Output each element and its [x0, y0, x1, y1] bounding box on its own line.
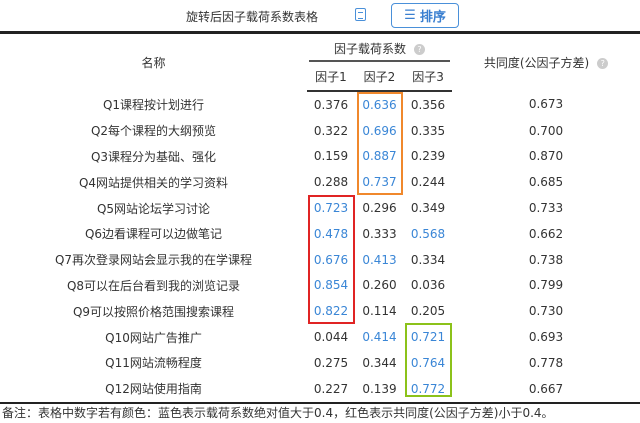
table-row: Q1课程按计划进行 0.376 0.636 0.356 0.673: [0, 91, 640, 118]
header-factor-1: 因子1: [307, 62, 355, 92]
factor-1-value: 0.044: [313, 330, 349, 345]
row-name: Q7再次登录网站会显示我的在学课程: [54, 253, 253, 268]
factor-1-value: 0.159: [313, 149, 349, 164]
factor-3-value: 0.239: [410, 149, 446, 164]
table-row: Q10网站广告推广 0.044 0.414 0.721 0.693: [0, 324, 640, 350]
communality-value: 0.730: [528, 304, 564, 319]
communality-value: 0.870: [528, 149, 564, 164]
table-row: Q12网站使用指南 0.227 0.139 0.772 0.667: [0, 375, 640, 404]
factor-2-value: 0.344: [362, 355, 397, 370]
table-title: 旋转后因子载荷系数表格: [186, 10, 319, 24]
table-row: Q4网站提供相关的学习资料 0.288 0.737 0.244 0.685: [0, 169, 640, 195]
communality-value: 0.733: [528, 201, 564, 216]
row-name: Q9可以按照价格范围搜索课程: [72, 304, 235, 319]
communality-value: 0.778: [528, 355, 564, 370]
factor-2-value: 0.139: [355, 375, 404, 404]
factor-2-value: 0.296: [362, 201, 397, 216]
communality-value: 0.799: [528, 278, 564, 293]
row-name: Q11网站流畅程度: [105, 356, 202, 371]
row-name: Q12网站使用指南: [0, 375, 307, 404]
help-icon[interactable]: ?: [597, 58, 609, 69]
sort-button[interactable]: ☰ 排序: [391, 3, 459, 28]
factor-1-value: 0.275: [313, 355, 349, 370]
factor-3-value: 0.244: [410, 175, 446, 190]
row-name: Q8可以在后台看到我的浏览记录: [66, 278, 241, 293]
factor-3-value: 0.349: [410, 201, 446, 216]
factor-2-value: 0.114: [362, 304, 397, 319]
communality-value: 0.700: [528, 123, 564, 138]
table-row: Q3课程分为基础、强化 0.159 0.887 0.239 0.870: [0, 144, 640, 170]
header-factor-3: 因子3: [404, 62, 453, 92]
header-communality: 共同度(公因子方差)?: [452, 31, 640, 91]
header-factor-group: 因子载荷系数?: [307, 31, 453, 62]
factor-1-value: 0.288: [313, 175, 349, 190]
communality-value: 0.685: [528, 175, 564, 190]
factor-3-value: 0.568: [410, 226, 446, 241]
row-name: Q6边看课程可以边做笔记: [84, 227, 223, 242]
copy-icon[interactable]: [355, 8, 366, 21]
factor-3-value: 0.356: [410, 97, 446, 112]
table-row: Q2每个课程的大纲预览 0.322 0.696 0.335 0.700: [0, 118, 640, 144]
sort-icon: ☰: [404, 8, 416, 23]
factor-2-value: 0.333: [362, 226, 397, 241]
row-name: Q10网站广告推广: [105, 330, 202, 345]
factor-1-value: 0.227: [307, 375, 355, 404]
factor-3-value: 0.205: [410, 304, 446, 319]
factor-3-value: 0.334: [410, 252, 446, 267]
factor-2-value: 0.414: [362, 330, 397, 345]
row-name: Q3课程分为基础、强化: [90, 149, 217, 164]
row-name: Q4网站提供相关的学习资料: [78, 175, 229, 190]
communality-value: 0.738: [528, 252, 564, 267]
row-name: Q2每个课程的大纲预览: [90, 124, 217, 139]
header-factor-2: 因子2: [355, 62, 404, 92]
factor-1-value: 0.322: [313, 123, 349, 138]
communality-value: 0.693: [528, 330, 564, 345]
communality-value: 0.673: [528, 97, 564, 112]
table-row: Q11网站流畅程度 0.275 0.344 0.764 0.778: [0, 350, 640, 376]
table-note: 备注：表格中数字若有颜色：蓝色表示载荷系数绝对值大于0.4，红色表示共同度(公因…: [2, 406, 554, 420]
highlight-factor1: [308, 195, 355, 324]
factor-2-value: 0.413: [362, 252, 397, 267]
row-name: Q1课程按计划进行: [102, 97, 205, 112]
factor-3-value: 0.036: [410, 278, 446, 293]
factor-2-value: 0.260: [362, 278, 397, 293]
factor-1-value: 0.376: [313, 97, 349, 112]
highlight-factor3: [405, 323, 452, 397]
help-icon[interactable]: ?: [414, 43, 426, 55]
header-name: 名称: [0, 31, 307, 91]
communality-value: 0.662: [528, 226, 564, 241]
toolbar: 旋转后因子载荷系数表格 ☰ 排序: [0, 0, 640, 31]
row-name: Q5网站论坛学习讨论: [96, 201, 211, 216]
highlight-factor2: [357, 92, 403, 195]
factor-3-value: 0.335: [410, 123, 446, 138]
communality-value: 0.667: [452, 375, 640, 404]
sort-label: 排序: [419, 10, 446, 25]
